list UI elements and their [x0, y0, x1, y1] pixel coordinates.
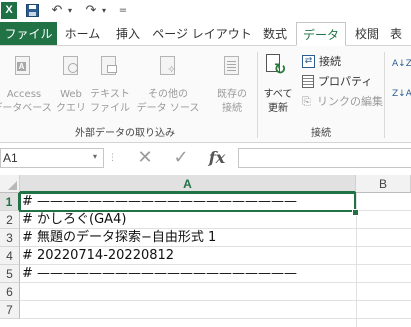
cell-a5[interactable]: # ————————————————————: [20, 265, 411, 283]
name-box-dropdown-icon[interactable]: ▾: [88, 148, 102, 166]
formula-bar: A1 ▾ ⋮ ✕ ✓ fx: [0, 143, 411, 175]
cell-a7[interactable]: [20, 301, 411, 319]
tab-data[interactable]: データ: [296, 22, 346, 46]
tab-insert[interactable]: 挿入: [108, 22, 148, 46]
row-header[interactable]: 5: [0, 265, 20, 283]
existing-connections-icon: [224, 56, 239, 75]
web-query-icon: [63, 56, 78, 75]
title-bar: X ↶ ▾ ↷ ▾ =: [0, 0, 411, 22]
other-sources-icon: ✧: [160, 56, 176, 75]
formula-input[interactable]: [238, 148, 411, 168]
ribbon-panel: A Access データベース Web クエリ テキスト ファイル ✧ その他の…: [0, 45, 411, 143]
text-file-icon: [101, 56, 117, 75]
tab-view[interactable]: 表: [390, 22, 411, 46]
sort-az-icon: A↓Z: [392, 59, 411, 69]
refresh-all-icon: ↻: [266, 54, 288, 78]
formula-bar-grip-icon[interactable]: ⋮: [108, 152, 117, 164]
worksheet-grid[interactable]: A B 1 2 3 4 5 6 7 # ————————————————————…: [0, 175, 411, 327]
connections-group-label: 接続: [311, 128, 331, 139]
tab-file[interactable]: ファイル: [0, 22, 57, 46]
insert-function-icon[interactable]: fx: [204, 147, 230, 169]
cell-a3[interactable]: # 無題のデータ探索−自由形式 1: [20, 229, 411, 247]
select-all-corner[interactable]: [0, 175, 20, 193]
column-header-a[interactable]: A: [20, 175, 356, 193]
properties-button[interactable]: プロパティ: [302, 74, 392, 90]
edit-links-icon: ⎘: [302, 95, 311, 108]
tab-home[interactable]: ホーム: [57, 22, 108, 46]
connections-icon: ⇄: [302, 55, 315, 68]
undo-dropdown-icon[interactable]: ▾: [66, 2, 74, 19]
group-divider: [384, 52, 385, 138]
sort-za-icon: Z↓A: [392, 89, 411, 99]
tab-review[interactable]: 校閲: [348, 22, 386, 46]
tab-formulas[interactable]: 数式: [254, 22, 296, 46]
excel-logo-icon: X: [1, 2, 17, 19]
redo-icon[interactable]: ↷: [82, 2, 100, 19]
enter-icon[interactable]: ✓: [170, 146, 192, 170]
properties-icon: [302, 75, 314, 88]
sort-descending-button[interactable]: Z↓A: [392, 89, 411, 108]
row-header[interactable]: 6: [0, 283, 20, 301]
row-header[interactable]: 2: [0, 211, 20, 229]
save-icon[interactable]: [24, 2, 40, 19]
cell-a6[interactable]: [20, 283, 411, 301]
row-header[interactable]: 1: [0, 193, 20, 211]
row-header[interactable]: 3: [0, 229, 20, 247]
cell-a4[interactable]: # 20220714-20220812: [20, 247, 411, 265]
customize-qat-icon[interactable]: =: [118, 2, 128, 19]
access-database-icon: A: [15, 56, 30, 75]
column-header-b[interactable]: B: [356, 175, 411, 193]
row-header[interactable]: 7: [0, 301, 20, 319]
external-data-group-label: 外部データの取り込み: [75, 128, 175, 139]
redo-dropdown-icon[interactable]: ▾: [100, 2, 108, 19]
edit-links-button[interactable]: ⎘ リンクの編集: [302, 94, 406, 110]
cancel-icon[interactable]: ✕: [134, 146, 156, 170]
tab-page-layout[interactable]: ページ レイアウト: [150, 22, 254, 46]
fill-handle[interactable]: [352, 209, 359, 216]
undo-icon[interactable]: ↶: [48, 2, 66, 19]
sort-ascending-button[interactable]: A↓Z: [392, 59, 411, 78]
connections-button[interactable]: ⇄ 接続: [302, 54, 360, 70]
row-header[interactable]: 4: [0, 247, 20, 265]
active-cell-selection: [19, 192, 356, 212]
